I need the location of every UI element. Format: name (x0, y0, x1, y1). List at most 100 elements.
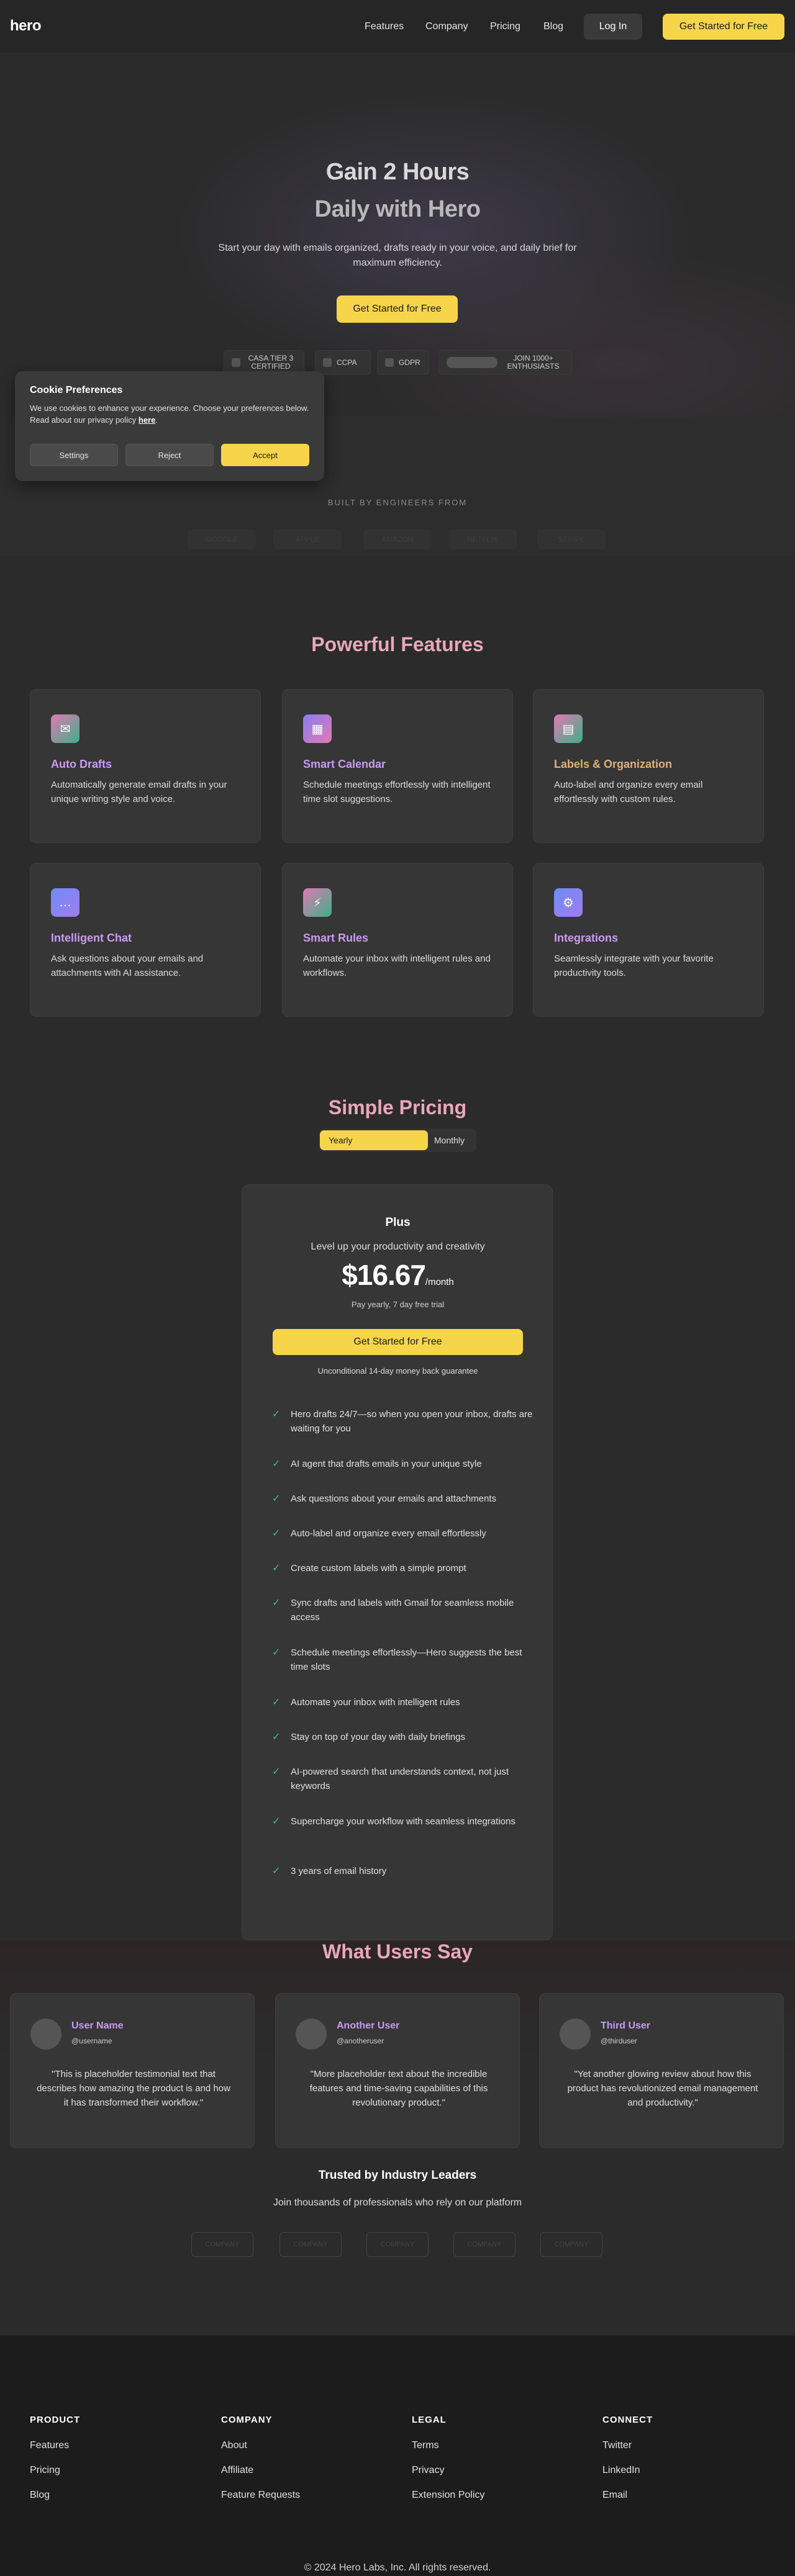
feature-card-smart-rules: ⚡ Smart Rules Automate your inbox with i… (282, 863, 513, 1017)
cookie-text: We use cookies to enhance your experienc… (30, 403, 309, 425)
feature-desc: Automate your inbox with intelligent rul… (303, 953, 491, 978)
hero-get-started-button[interactable]: Get Started for Free (337, 295, 458, 323)
check-icon: ✓ (272, 1409, 281, 1420)
check-icon: ✓ (272, 1697, 281, 1708)
feature-title: Labels & Organization (554, 758, 673, 770)
company-logo: STRIPE (537, 529, 606, 549)
plan-price: $16.67/month (242, 1258, 553, 1292)
cookie-reject-button[interactable]: Reject (125, 444, 214, 466)
nav-link-company[interactable]: Company (425, 21, 468, 32)
footer-link-linkedin[interactable]: LinkedIn (602, 2465, 653, 2476)
testimonial-handle: @thirduser (601, 2037, 637, 2045)
feature-desc: Seamlessly integrate with your favorite … (554, 953, 714, 978)
feature-card-auto-drafts: ✉ Auto Drafts Automatically generate ema… (30, 689, 261, 843)
plan-feature-item: ✓ Auto-label and organize every email eff… (272, 1526, 533, 1541)
testimonials-title: What Users Say (322, 1940, 473, 1963)
badge-gdpr: GDPR (377, 350, 429, 375)
chat-icon: … (51, 888, 80, 917)
testimonial-card: Another User @anotheruser "More placehol… (275, 1993, 520, 2148)
footer-link-pricing[interactable]: Pricing (30, 2465, 80, 2476)
feature-desc: Automatically generate email drafts in y… (51, 780, 227, 804)
price-period: /month (425, 1277, 454, 1287)
top-nav: hero Features Company Pricing Blog Log I… (0, 0, 795, 53)
hero-section: Gain 2 Hours Daily with Hero Start your … (0, 53, 795, 417)
footer-heading: PRODUCT (30, 2415, 81, 2425)
feature-card-smart-calendar: ▦ Smart Calendar Schedule meetings effor… (282, 689, 513, 843)
plan-feature-item: ✓ Ask questions about your emails and att… (272, 1492, 533, 1506)
plan-tagline: Level up your productivity and creativit… (311, 1241, 485, 1252)
footer-link-blog[interactable]: Blog (30, 2490, 80, 2501)
nav-link-blog[interactable]: Blog (543, 21, 563, 32)
footer-link-feature-requests[interactable]: Feature Requests (221, 2490, 300, 2501)
footer-column-connect: CONNECT Twitter LinkedIn Email (602, 2415, 653, 2501)
cookie-settings-button[interactable]: Settings (30, 444, 118, 466)
nav-link-features[interactable]: Features (365, 21, 404, 32)
feature-card-labels: ▤ Labels & Organization Auto-label and o… (533, 689, 764, 843)
footer-link-about[interactable]: About (221, 2440, 300, 2451)
footer-link-twitter[interactable]: Twitter (602, 2440, 653, 2451)
avatar (296, 2019, 327, 2050)
feature-card-integrations: ⚙ Integrations Seamlessly integrate with… (533, 863, 764, 1017)
copyright: © 2024 Hero Labs, Inc. All rights reserv… (304, 2562, 491, 2573)
price-amount: $16.67 (342, 1259, 426, 1291)
avatar (30, 2019, 61, 2050)
trusted-company-logo: COMPANY (453, 2232, 516, 2257)
testimonial-quote: "More placeholder text about the incredi… (309, 2069, 488, 2108)
toggle-yearly[interactable]: Yearly (320, 1130, 428, 1150)
plan-feature-item: ✓ Supercharge your workflow with seamless… (272, 1814, 533, 1829)
privacy-policy-link[interactable]: here (139, 415, 155, 425)
plan-feature-item: ✓ Stay on top of your day with daily brie… (272, 1730, 533, 1744)
badge-ccpa: CCPA (315, 350, 371, 375)
nav-link-pricing[interactable]: Pricing (490, 21, 520, 32)
pricing-title: Simple Pricing (328, 1096, 467, 1119)
plan-feature-item: ✓ Sync drafts and labels with Gmail for s… (272, 1596, 533, 1624)
nav-get-started-button[interactable]: Get Started for Free (663, 14, 784, 40)
avatar (560, 2019, 591, 2050)
plan-guarantee: Unconditional 14-day money back guarante… (317, 1366, 478, 1376)
features-title: Powerful Features (311, 633, 484, 655)
footer-link-extension-policy[interactable]: Extension Policy (412, 2490, 484, 2501)
footer-link-privacy[interactable]: Privacy (412, 2465, 484, 2476)
testimonial-handle: @anotheruser (337, 2037, 384, 2045)
cookie-accept-button[interactable]: Accept (221, 444, 309, 466)
testimonial-name: User Name (71, 2020, 124, 2031)
testimonial-quote: "This is placeholder testimonial text th… (37, 2069, 230, 2108)
testimonials-section: What Users Say User Name @username "This… (0, 1940, 795, 2335)
built-by-title: BUILT BY ENGINEERS FROM (327, 498, 468, 507)
footer: PRODUCT Features Pricing Blog COMPANY Ab… (0, 2335, 795, 2576)
plan-feature-item: ✓ Create custom labels with a simple prom… (272, 1561, 533, 1575)
plug-icon: ⚙ (554, 888, 583, 917)
check-icon: ✓ (272, 1459, 281, 1469)
shield-icon (323, 358, 332, 367)
check-icon: ✓ (272, 1493, 281, 1504)
footer-column-company: COMPANY About Affiliate Feature Requests (221, 2415, 300, 2501)
testimonial-quote: "Yet another glowing review about how th… (567, 2069, 758, 2108)
trusted-company-logo: COMPANY (191, 2232, 253, 2257)
feature-card-intelligent-chat: … Intelligent Chat Ask questions about y… (30, 863, 261, 1017)
plan-get-started-button[interactable]: Get Started for Free (273, 1329, 523, 1355)
footer-column-product: PRODUCT Features Pricing Blog (30, 2415, 80, 2501)
footer-link-email[interactable]: Email (602, 2490, 653, 2501)
logo[interactable]: hero (10, 17, 42, 35)
company-logo: GOOGLE (188, 529, 256, 549)
feature-desc: Ask questions about your emails and atta… (51, 953, 204, 978)
footer-column-legal: LEGAL Terms Privacy Extension Policy (412, 2415, 484, 2501)
testimonial-handle: @username (71, 2037, 112, 2045)
lightning-icon: ⚡ (303, 888, 332, 917)
feature-title: Integrations (554, 932, 619, 944)
trusted-company-logo: COMPANY (279, 2232, 342, 2257)
footer-link-features[interactable]: Features (30, 2440, 80, 2451)
toggle-monthly[interactable]: Monthly (434, 1130, 474, 1150)
footer-heading: CONNECT (602, 2415, 653, 2425)
footer-link-terms[interactable]: Terms (412, 2440, 484, 2451)
login-button[interactable]: Log In (584, 14, 642, 40)
feature-desc: Schedule meetings effortlessly with inte… (303, 780, 491, 804)
plan-name: Plus (385, 1216, 411, 1229)
check-icon: ✓ (272, 1866, 281, 1876)
company-logo: AMAZON (363, 529, 432, 549)
avatar-group (447, 357, 497, 368)
trusted-company-logo: COMPANY (366, 2232, 429, 2257)
footer-link-affiliate[interactable]: Affiliate (221, 2465, 300, 2476)
plan-feature-item: ✓ Schedule meetings effortlessly—Hero sug… (272, 1646, 533, 1674)
trusted-title: Trusted by Industry Leaders (318, 2169, 477, 2182)
